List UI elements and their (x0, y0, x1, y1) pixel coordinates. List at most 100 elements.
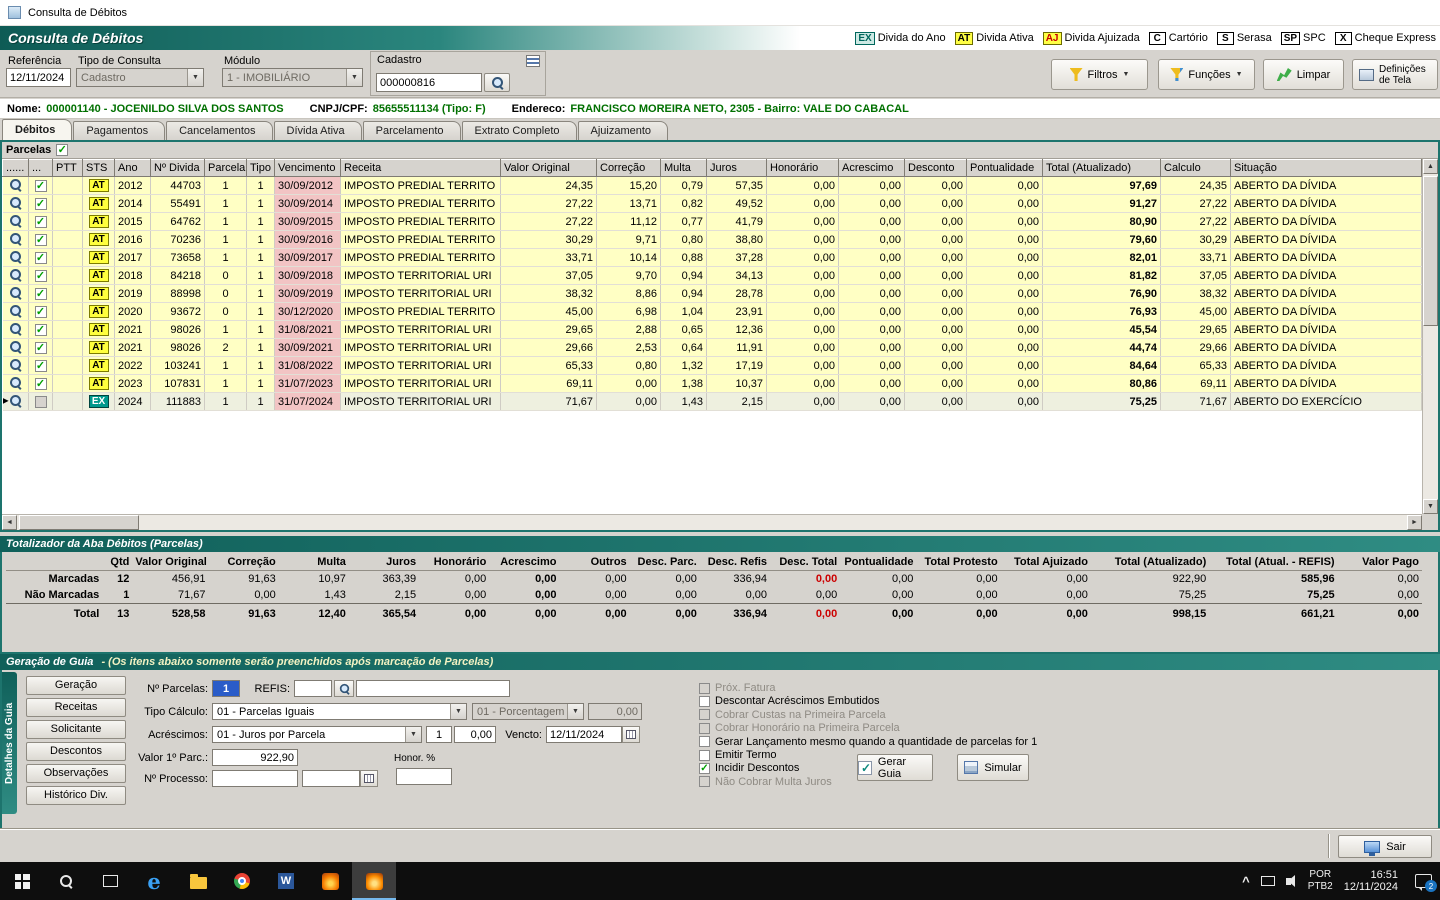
grid-col-header-n-divida[interactable]: Nº Divida (151, 160, 205, 177)
guia-checkbox-descontar-acrescimos-embutidos[interactable]: Descontar Acréscimos Embutidos (699, 695, 879, 707)
zoom-row-icon[interactable] (9, 178, 22, 191)
row-checkbox[interactable]: ✓ (35, 234, 47, 246)
tray-language[interactable]: PORPTB2 (1308, 869, 1333, 893)
tab-debitos[interactable]: Débitos (2, 119, 72, 140)
tray-volume-icon[interactable] (1286, 878, 1291, 885)
grid-col-header-juros[interactable]: Juros (707, 160, 767, 177)
guia-side-button-descontos[interactable]: Descontos (26, 742, 126, 761)
scroll-down-arrow[interactable]: ▼ (1423, 499, 1438, 514)
chevron-down-icon[interactable] (187, 69, 203, 86)
acrescimos-parcela-input[interactable] (426, 726, 452, 743)
parcelas-checkbox[interactable]: ✓ (56, 144, 68, 156)
limpar-button[interactable]: Limpar (1263, 59, 1344, 90)
zoom-row-icon[interactable] (9, 268, 22, 281)
row-checkbox[interactable]: ✓ (35, 252, 47, 264)
modulo-select[interactable]: 1 - IMOBILIÁRIO (222, 68, 363, 87)
row-checkbox[interactable]: ✓ (35, 360, 47, 372)
row-checkbox[interactable]: ✓ (35, 270, 47, 282)
app-button-2[interactable] (352, 862, 396, 900)
row-checkbox[interactable]: ✓ (35, 342, 47, 354)
chrome-button[interactable] (220, 862, 264, 900)
app-button-1[interactable] (308, 862, 352, 900)
tab-ajuizamento[interactable]: Ajuizamento (578, 121, 669, 140)
grid-col-header-situacao[interactable]: Situação (1231, 160, 1422, 177)
guia-side-button-solicitante[interactable]: Solicitante (26, 720, 126, 739)
scroll-up-arrow[interactable]: ▲ (1423, 159, 1438, 174)
honor-input[interactable] (396, 768, 452, 785)
row-checkbox[interactable]: ✓ (35, 198, 47, 210)
grid-col-header-[interactable]: ...... (3, 160, 29, 177)
word-button[interactable] (264, 862, 308, 900)
tipo-consulta-select[interactable]: Cadastro (76, 68, 204, 87)
scroll-right-arrow[interactable]: ► (1407, 515, 1422, 530)
zoom-row-icon[interactable] (9, 232, 22, 245)
simular-button[interactable]: Simular (957, 754, 1029, 781)
row-checkbox[interactable]: ✓ (35, 180, 47, 192)
grid-col-header-pontualidade[interactable]: Pontualidade (967, 160, 1043, 177)
sair-button[interactable]: Sair (1338, 835, 1432, 858)
checkbox[interactable]: ✓ (699, 763, 710, 774)
tab-pagamentos[interactable]: Pagamentos (73, 121, 165, 140)
scrollbar-vertical[interactable]: ▲ ▼ (1422, 159, 1438, 514)
tab-divida-ativa[interactable]: Dívida Ativa (274, 121, 362, 140)
table-row[interactable]: ✓AT2021980262130/09/2021IMPOSTO TERRITOR… (3, 339, 1422, 357)
row-checkbox[interactable]: ✓ (35, 324, 47, 336)
task-view-button[interactable] (88, 862, 132, 900)
checkbox[interactable] (699, 696, 710, 707)
file-explorer-button[interactable] (176, 862, 220, 900)
grid-col-header-total-atualizado[interactable]: Total (Atualizado) (1043, 160, 1161, 177)
row-checkbox[interactable] (35, 396, 47, 408)
guia-checkbox-gerar-lancamento-mesmo-quando-a-quantidade-de-parcelas-for-1[interactable]: Gerar Lançamento mesmo quando a quantida… (699, 736, 1037, 748)
grid-col-header-calculo[interactable]: Calculo (1161, 160, 1231, 177)
table-row[interactable]: ✓AT20231078311131/07/2023IMPOSTO TERRITO… (3, 375, 1422, 393)
guia-checkbox-incidir-descontos[interactable]: ✓Incidir Descontos (699, 762, 799, 774)
processo-input[interactable] (212, 770, 298, 787)
scroll-thumb-vertical[interactable] (1423, 176, 1438, 326)
funcoes-button[interactable]: Funções▼ (1158, 59, 1255, 90)
checkbox[interactable] (699, 736, 710, 747)
table-row[interactable]: ▶EX20241118831131/07/2024IMPOSTO TERRITO… (3, 393, 1422, 411)
taskbar-search-button[interactable] (44, 862, 88, 900)
definicoes-tela-button[interactable]: Definições de Tela (1352, 59, 1438, 90)
referencia-input[interactable] (6, 68, 71, 87)
cadastro-search-button[interactable] (484, 73, 510, 92)
notification-icon[interactable]: 2 (1415, 874, 1432, 888)
guia-side-button-receitas[interactable]: Receitas (26, 698, 126, 717)
vencto-calendar-button[interactable] (622, 726, 640, 743)
grid-col-header-vencimento[interactable]: Vencimento (275, 160, 341, 177)
valor-parc-input[interactable] (212, 749, 298, 766)
table-row[interactable]: ✓AT2016702361130/09/2016IMPOSTO PREDIAL … (3, 231, 1422, 249)
edge-button[interactable] (132, 862, 176, 900)
zoom-row-icon[interactable] (9, 358, 22, 371)
row-checkbox[interactable]: ✓ (35, 378, 47, 390)
cadastro-input[interactable] (376, 73, 482, 92)
grid-col-header-sts[interactable]: STS (83, 160, 115, 177)
tray-expand-icon[interactable] (1242, 874, 1250, 889)
grid-col-header-ano[interactable]: Ano (115, 160, 151, 177)
row-checkbox[interactable]: ✓ (35, 288, 47, 300)
zoom-row-icon[interactable] (9, 394, 22, 407)
n-parcelas-input[interactable] (212, 680, 240, 697)
table-row[interactable]: ✓AT20221032411131/08/2022IMPOSTO TERRITO… (3, 357, 1422, 375)
table-row[interactable]: ✓AT2012447031130/09/2012IMPOSTO PREDIAL … (3, 177, 1422, 195)
scroll-thumb-horizontal[interactable] (19, 515, 139, 530)
zoom-row-icon[interactable] (9, 304, 22, 317)
zoom-row-icon[interactable] (9, 250, 22, 263)
zoom-row-icon[interactable] (9, 214, 22, 227)
table-row[interactable]: ✓AT2017736581130/09/2017IMPOSTO PREDIAL … (3, 249, 1422, 267)
table-row[interactable]: ✓AT2018842180130/09/2018IMPOSTO TERRITOR… (3, 267, 1422, 285)
tab-cancelamentos[interactable]: Cancelamentos (166, 121, 272, 140)
guia-side-button-historico-div[interactable]: Histórico Div. (26, 786, 126, 805)
tray-display-icon[interactable] (1261, 876, 1275, 886)
acrescimos-valor-input[interactable] (454, 726, 496, 743)
list-icon[interactable] (526, 55, 540, 67)
zoom-row-icon[interactable] (9, 322, 22, 335)
grid-col-header-valor-original[interactable]: Valor Original (501, 160, 597, 177)
grid-col-header-tipo[interactable]: Tipo (247, 160, 275, 177)
grid-col-header-multa[interactable]: Multa (661, 160, 707, 177)
refis-search-button[interactable] (334, 680, 354, 697)
grid-col-header-correcao[interactable]: Correção (597, 160, 661, 177)
zoom-row-icon[interactable] (9, 376, 22, 389)
guia-side-button-geracao[interactable]: Geração (26, 676, 126, 695)
chevron-down-icon[interactable] (450, 704, 466, 719)
